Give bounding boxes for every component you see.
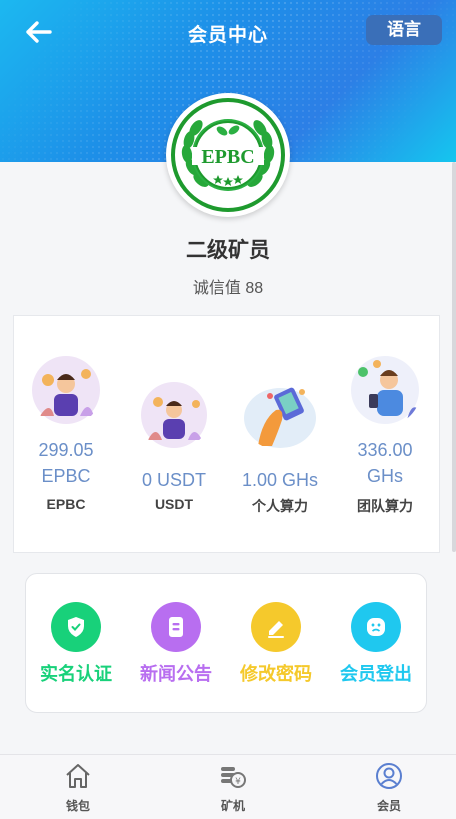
stat-label: 个人算力 [252, 498, 308, 514]
logout-button[interactable]: 会员登出 [326, 602, 426, 692]
stat-value: 336.00 [357, 440, 413, 460]
svg-text:EPBC: EPBC [201, 146, 254, 168]
menu-label: 会员登出 [340, 664, 412, 684]
document-icon [151, 602, 201, 652]
menu-card: 实名认证 新闻公告 修改密码 会员登出 [25, 573, 427, 713]
stat-label: EPBC [46, 496, 86, 512]
credit-score: 诚信值 88 [192, 280, 264, 297]
language-button[interactable]: 语言 [366, 15, 442, 45]
home-icon [66, 764, 90, 788]
miner-illustration-icon [141, 382, 207, 448]
user-icon [376, 763, 402, 789]
shield-icon [51, 602, 101, 652]
stat-value-unit: GHs [367, 466, 403, 486]
tab-wallet[interactable]: 钱包 [28, 755, 128, 819]
stat-value-unit: EPBC [41, 466, 91, 486]
menu-label: 新闻公告 [140, 664, 212, 684]
logout-face-icon [351, 602, 401, 652]
tab-label: 钱包 [65, 799, 90, 813]
tab-label: 矿机 [220, 799, 245, 813]
stats-card: 299.05 EPBC EPBC 0 USDT USDT 1.00 GHs 个人… [13, 315, 440, 553]
verify-identity-button[interactable]: 实名认证 [26, 602, 126, 692]
stat-value: 1.00 GHs [241, 470, 319, 490]
stat-label: 团队算力 [357, 498, 413, 514]
svg-text:¥: ¥ [235, 777, 241, 787]
stat-value: 299.05 [38, 440, 94, 460]
miner-illustration-icon [32, 356, 100, 424]
phone-hand-illustration-icon [244, 387, 316, 448]
menu-label: 修改密码 [240, 664, 312, 684]
tab-miner[interactable]: ¥ 矿机 [183, 755, 283, 819]
tab-label: 会员 [376, 799, 401, 813]
change-password-button[interactable]: 修改密码 [226, 602, 326, 692]
edit-icon [251, 602, 301, 652]
coins-icon: ¥ [221, 767, 246, 788]
tab-member[interactable]: 会员 [339, 755, 439, 819]
menu-label: 实名认证 [40, 664, 112, 684]
news-button[interactable]: 新闻公告 [126, 602, 226, 692]
rank-title: 二级矿员 [186, 239, 270, 262]
epbc-logo: EPBC [166, 93, 290, 217]
scrollbar[interactable] [452, 162, 456, 552]
stat-value: 0 USDT [141, 470, 206, 490]
person-phone-illustration-icon [351, 356, 419, 424]
bottom-tab-bar: 钱包 ¥ 矿机 会员 [0, 754, 456, 819]
stat-label: USDT [154, 496, 194, 512]
